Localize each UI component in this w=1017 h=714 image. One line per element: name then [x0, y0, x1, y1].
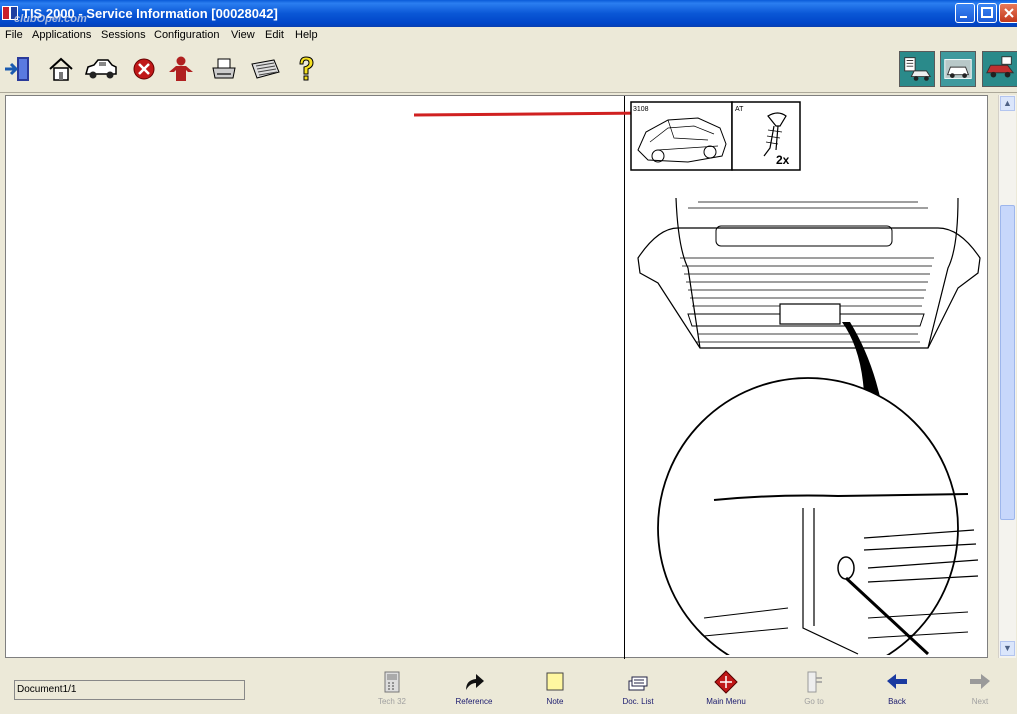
minimize-button[interactable] [955, 3, 975, 23]
scroll-up-button[interactable]: ▲ [1000, 96, 1015, 111]
part-number-label: AT [735, 106, 744, 113]
service-info-button[interactable] [899, 51, 935, 87]
next-arrow-icon [970, 674, 990, 689]
tech32-label: Tech 32 [377, 697, 407, 706]
close-button[interactable] [999, 3, 1017, 23]
pane-divider [624, 96, 625, 659]
person-icon [169, 56, 193, 81]
main-menu-button[interactable]: Main Menu [696, 670, 756, 712]
next-label: Next [971, 697, 989, 706]
menu-edit[interactable]: Edit [265, 29, 284, 41]
help-button[interactable] [291, 54, 321, 84]
print-icon [212, 58, 236, 79]
reference-arrow-icon [466, 674, 484, 690]
menu-bar: File Applications Sessions Configuration… [0, 27, 1017, 46]
main-menu-label: Main Menu [706, 697, 746, 706]
technical-drawing: 3108 AT 2x [630, 101, 981, 655]
diagnosis-icon [986, 56, 1015, 78]
vertical-scrollbar[interactable]: ▲ ▼ [998, 95, 1016, 658]
main-menu-icon [714, 670, 738, 694]
keyboard-icon [251, 59, 280, 79]
minimize-icon [960, 16, 967, 18]
watermark: clubOpel.com [14, 13, 87, 25]
vehicle-selection-button[interactable] [940, 51, 976, 87]
ref-number-label: 3108 [633, 106, 649, 113]
vehicle-selection-icon [944, 59, 972, 79]
toolbar [0, 46, 1017, 93]
tech32-button[interactable]: Tech 32 [362, 670, 422, 712]
vehicle-button[interactable] [84, 54, 118, 84]
note-icon [546, 672, 564, 691]
tech32-icon [384, 671, 400, 693]
home-icon [49, 57, 73, 81]
exit-icon [5, 57, 29, 81]
menu-file[interactable]: File [5, 29, 23, 41]
quantity-label: 2x [776, 153, 790, 167]
menu-view[interactable]: View [231, 29, 255, 41]
menu-sessions[interactable]: Sessions [101, 29, 146, 41]
note-button[interactable]: Note [525, 670, 585, 712]
doc-list-label: Doc. List [622, 697, 654, 706]
document-indicator: Document1/1 [14, 680, 245, 700]
goto-label: Go to [804, 697, 824, 706]
keyboard-button[interactable] [248, 54, 282, 84]
reference-label: Reference [455, 697, 493, 706]
maximize-icon [981, 7, 993, 18]
maximize-button[interactable] [977, 3, 997, 23]
next-button[interactable]: Next [950, 670, 1010, 712]
back-label: Back [888, 697, 906, 706]
title-bar: TIS 2000 - Service Information [00028042… [0, 0, 1017, 27]
stop-button[interactable] [129, 54, 159, 84]
doc-list-icon [628, 676, 648, 691]
help-icon [299, 56, 314, 81]
menu-help[interactable]: Help [295, 29, 318, 41]
menu-applications[interactable]: Applications [32, 29, 91, 41]
back-button[interactable]: Back [867, 670, 927, 712]
doc-list-button[interactable]: Doc. List [608, 670, 668, 712]
reference-button[interactable]: Reference [444, 670, 504, 712]
vehicle-icon [85, 59, 117, 79]
service-info-icon [904, 57, 932, 81]
stop-icon [133, 58, 155, 80]
goto-icon [807, 671, 822, 693]
back-arrow-icon [887, 674, 907, 689]
scroll-down-button[interactable]: ▼ [1000, 641, 1015, 656]
navigation-bar: Document1/1 Tech 32 Reference Note Doc. … [0, 662, 1017, 714]
home-button[interactable] [46, 54, 76, 84]
diagnosis-button[interactable] [982, 51, 1017, 87]
note-label: Note [546, 697, 564, 706]
person-button[interactable] [166, 54, 196, 84]
close-icon [1004, 8, 1014, 18]
print-button[interactable] [209, 54, 239, 84]
document-viewer: 3108 AT 2x [5, 95, 988, 659]
menu-configuration[interactable]: Configuration [154, 29, 219, 41]
goto-button[interactable]: Go to [784, 670, 844, 712]
scroll-thumb[interactable] [1000, 205, 1015, 520]
exit-button[interactable] [3, 54, 33, 84]
